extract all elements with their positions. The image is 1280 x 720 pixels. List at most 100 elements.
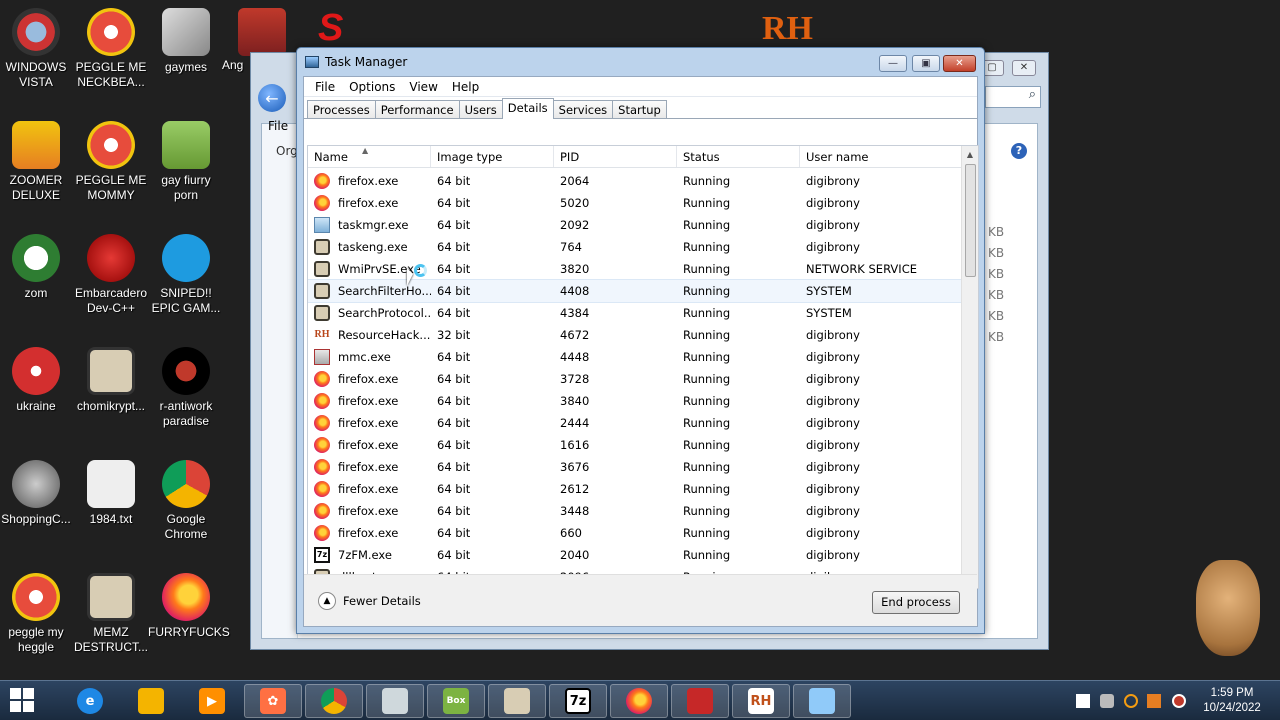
explorer-organize-button[interactable]: Org: [276, 144, 298, 158]
tab-processes[interactable]: Processes: [307, 100, 376, 118]
explorer-search-box[interactable]: ⌕: [985, 86, 1041, 108]
task-manager-window[interactable]: Task Manager — ▣ ✕ File Options View Hel…: [296, 47, 985, 634]
tab-performance[interactable]: Performance: [374, 100, 460, 118]
column-header-image-type[interactable]: Image type: [431, 146, 554, 167]
end-process-button[interactable]: End process: [872, 591, 960, 614]
explorer-back-button[interactable]: ←: [258, 84, 286, 112]
taskbar-chrome[interactable]: [305, 684, 363, 718]
taskbar-paint[interactable]: ✿: [244, 684, 302, 718]
chrome-icon: [162, 460, 210, 508]
taskbar-firefox[interactable]: [610, 684, 668, 718]
column-header-user-name[interactable]: User name: [800, 146, 968, 167]
table-row[interactable]: firefox.exe 64 bit 2064 Running digibrony: [308, 170, 968, 192]
desktop-icon[interactable]: chomikrypt...: [73, 347, 149, 414]
table-row[interactable]: RH ResourceHack... 32 bit 4672 Running digibr…: [308, 324, 968, 346]
table-row[interactable]: mmc.exe 64 bit 4448 Running digibrony: [308, 346, 968, 368]
paint-icon: ✿: [260, 688, 286, 714]
status-cell: Running: [683, 548, 731, 562]
menu-file[interactable]: File: [308, 80, 342, 94]
desktop-icon-s-logo[interactable]: S: [318, 8, 362, 48]
desktop-icon[interactable]: PEGGLE ME NECKBEA...: [73, 8, 149, 90]
taskbar-7zip[interactable]: 7z: [549, 684, 607, 718]
tab-services[interactable]: Services: [552, 100, 614, 118]
table-body: firefox.exe 64 bit 2064 Running digibrony fir…: [308, 170, 969, 588]
taskbar-toolbox[interactable]: [671, 684, 729, 718]
taskbar-file-explorer[interactable]: [122, 684, 180, 718]
minimize-button[interactable]: —: [879, 55, 907, 72]
column-header-status[interactable]: Status: [677, 146, 800, 167]
clock[interactable]: 1:59 PM 10/24/2022: [1196, 686, 1268, 716]
table-row[interactable]: firefox.exe 64 bit 660 Running digibrony: [308, 522, 968, 544]
image-type-cell: 64 bit: [437, 482, 471, 496]
desktop-icon[interactable]: PEGGLE ME MOMMY: [73, 121, 149, 203]
desktop-icon[interactable]: ukraine: [0, 347, 74, 414]
desktop-icon[interactable]: MEMZ DESTRUCT...: [73, 573, 149, 655]
desktop-icon[interactable]: r-antiwork paradise: [148, 347, 224, 429]
table-row[interactable]: SearchProtocol... 64 bit 4384 Running SYSTEM: [308, 302, 968, 324]
status-cell: Running: [683, 218, 731, 232]
table-row[interactable]: taskeng.exe 64 bit 764 Running digibrony: [308, 236, 968, 258]
sort-arrow-icon: ▲: [362, 146, 369, 155]
scroll-up-icon[interactable]: ▲: [962, 146, 978, 163]
tray-app-icon[interactable]: [1147, 694, 1161, 708]
desktop-icon-label: zom: [24, 286, 48, 300]
taskbar-resource-hacker[interactable]: RH: [732, 684, 790, 718]
desktop-icon[interactable]: 1984.txt: [73, 460, 149, 527]
desktop-icon[interactable]: gaymes: [148, 8, 224, 75]
table-row[interactable]: firefox.exe 64 bit 3840 Running digibrony: [308, 390, 968, 412]
desktop-icon[interactable]: peggle my heggle: [0, 573, 74, 655]
table-row[interactable]: firefox.exe 64 bit 2444 Running digibrony: [308, 412, 968, 434]
close-button[interactable]: ✕: [943, 55, 976, 72]
desktop-icon[interactable]: SNIPED!! EPIC GAM...: [148, 234, 224, 316]
explorer-file-menu[interactable]: File: [268, 119, 288, 133]
taskbar-notepad[interactable]: [366, 684, 424, 718]
table-row[interactable]: 7z 7zFM.exe 64 bit 2040 Running digibrony: [308, 544, 968, 566]
desktop-icon[interactable]: Embarcadero Dev-C++: [73, 234, 149, 316]
help-icon[interactable]: ?: [1011, 143, 1027, 159]
desktop-icon-angry-birds[interactable]: [238, 8, 286, 56]
column-header-name[interactable]: ▲ Name: [308, 146, 431, 167]
desktop-icon-rh[interactable]: RH: [762, 10, 813, 48]
desktop-icon[interactable]: ZOOMER DELUXE: [0, 121, 74, 203]
vertical-scrollbar[interactable]: ▲ ▼: [961, 146, 978, 588]
table-row[interactable]: firefox.exe 64 bit 2612 Running digibrony: [308, 478, 968, 500]
taskbar-internet-explorer[interactable]: e: [61, 684, 119, 718]
desktop-icon-label: ShoppingC...: [1, 512, 71, 526]
table-row[interactable]: firefox.exe 64 bit 5020 Running digibrony: [308, 192, 968, 214]
menu-view[interactable]: View: [402, 80, 444, 94]
table-row[interactable]: firefox.exe 64 bit 3676 Running digibrony: [308, 456, 968, 478]
desktop-icon[interactable]: ShoppingC...: [0, 460, 74, 527]
desktop-icon[interactable]: gay fiurry porn: [148, 121, 224, 203]
desktop-icon[interactable]: zom: [0, 234, 74, 301]
action-center-icon[interactable]: [1076, 694, 1090, 708]
table-row[interactable]: firefox.exe 64 bit 1616 Running digibrony: [308, 434, 968, 456]
taskbar-task-manager[interactable]: [793, 684, 851, 718]
taskbar-gear-file[interactable]: [488, 684, 546, 718]
menu-bar: File Options View Help: [304, 77, 977, 97]
column-header-pid[interactable]: PID: [554, 146, 677, 167]
menu-options[interactable]: Options: [342, 80, 402, 94]
explorer-close-button[interactable]: ✕: [1012, 60, 1036, 76]
fewer-details-button[interactable]: ▲ Fewer Details: [318, 592, 421, 610]
tab-details[interactable]: Details: [501, 98, 554, 119]
table-row[interactable]: taskmgr.exe 64 bit 2092 Running digibrony: [308, 214, 968, 236]
title-bar[interactable]: Task Manager: [305, 55, 407, 69]
tab-users[interactable]: Users: [458, 100, 503, 118]
image-type-cell: 32 bit: [437, 328, 471, 342]
vertical-scroll-thumb[interactable]: [965, 164, 976, 277]
system-tray-icon[interactable]: [1100, 694, 1114, 708]
tab-startup[interactable]: Startup: [612, 100, 667, 118]
maximize-button[interactable]: ▣: [912, 55, 940, 72]
start-button[interactable]: [10, 688, 36, 714]
table-row[interactable]: firefox.exe 64 bit 3728 Running digibrony: [308, 368, 968, 390]
taskbar-media-player[interactable]: ▶: [183, 684, 241, 718]
menu-help[interactable]: Help: [445, 80, 486, 94]
table-row[interactable]: firefox.exe 64 bit 3448 Running digibrony: [308, 500, 968, 522]
desktop-icon[interactable]: FURRYFUCKS: [148, 573, 230, 640]
taskbar-box[interactable]: Box: [427, 684, 485, 718]
explorer-nav-pane[interactable]: [262, 124, 298, 638]
volume-muted-icon[interactable]: [1172, 694, 1186, 708]
desktop-icon[interactable]: Google Chrome: [148, 460, 224, 542]
search-tray-icon[interactable]: [1124, 694, 1138, 708]
desktop-icon[interactable]: WINDOWS VISTA: [0, 8, 74, 90]
